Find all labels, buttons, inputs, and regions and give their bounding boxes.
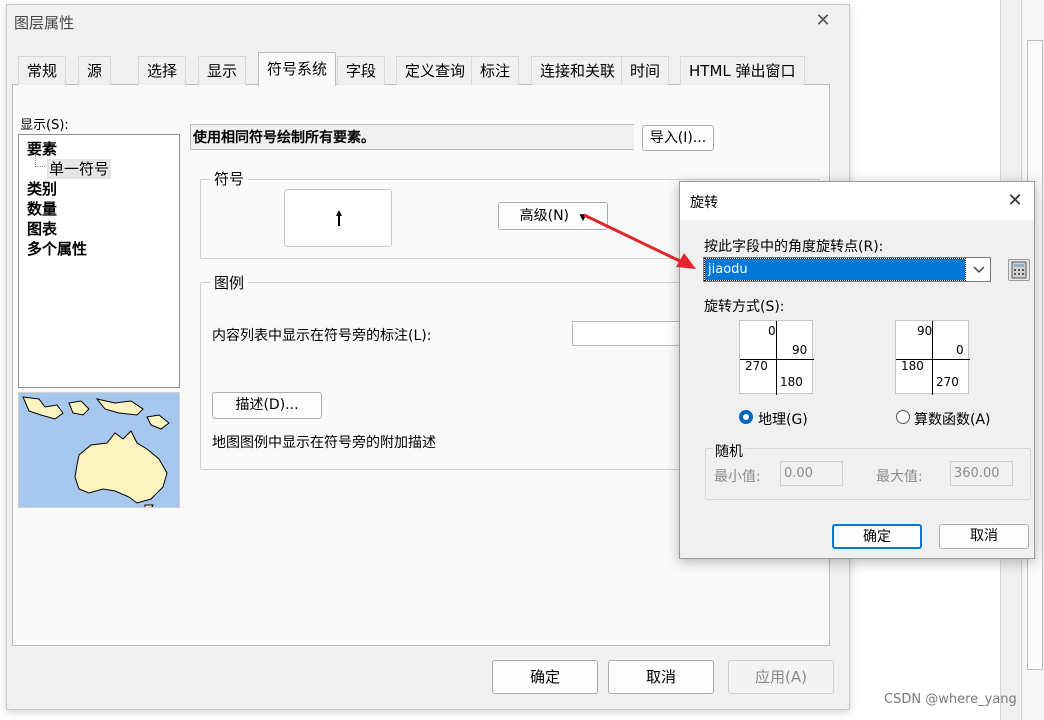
geographic-compass-diagram: 0 90 180 270 (739, 320, 814, 395)
geographic-radio[interactable] (739, 410, 753, 424)
map-illustration (19, 393, 179, 507)
arrow-symbol-icon (336, 210, 342, 226)
cancel-button[interactable]: 取消 (608, 660, 714, 694)
import-button[interactable]: 导入(I)... (642, 125, 714, 151)
max-value-label: 最大值: (876, 469, 923, 485)
legend-group-label: 图例 (210, 272, 249, 293)
math-right-value: 0 (956, 343, 964, 357)
rotation-field-label: 按此字段中的角度旋转点(R): (704, 239, 884, 255)
geo-right-value: 90 (792, 343, 808, 357)
tab-general[interactable]: 常规 (18, 56, 67, 85)
tab-symbology[interactable]: 符号系统 (258, 52, 337, 86)
apply-button[interactable]: 应用(A) (728, 660, 834, 694)
tab-labels[interactable]: 标注 (471, 56, 520, 85)
random-group-label: 随机 (713, 441, 745, 461)
tree-item-categories[interactable]: 类别 (27, 179, 57, 199)
dialog-title: 图层属性 (14, 14, 75, 32)
watermark: CSDN @where_yang (884, 692, 1017, 707)
tab-fields[interactable]: 字段 (337, 56, 386, 85)
tree-item-charts[interactable]: 图表 (27, 219, 57, 239)
renderer-tree: 要素 单一符号 类别 数量 图表 多个属性 (18, 134, 180, 388)
rotation-field-value[interactable]: jiaodu (704, 258, 966, 281)
rotation-cancel-button[interactable]: 取消 (939, 524, 1029, 549)
math-left-value: 180 (901, 359, 924, 373)
tab-joins-relates[interactable]: 连接和关联 (531, 56, 625, 85)
tree-item-multiple-attributes[interactable]: 多个属性 (27, 239, 87, 259)
tab-selection[interactable]: 选择 (138, 56, 187, 85)
rotation-mode-label: 旋转方式(S): (704, 299, 785, 315)
tree-item-single-symbol[interactable]: 单一符号 (47, 159, 112, 179)
tab-source[interactable]: 源 (78, 56, 112, 85)
math-bottom-value: 270 (936, 375, 959, 389)
geographic-radio-label[interactable]: 地理(G) (758, 409, 808, 429)
geo-bottom-value: 180 (780, 375, 803, 389)
min-value-label: 最小值: (714, 469, 761, 485)
max-value-input: 360.00 (950, 461, 1013, 486)
legend-toc-label: 内容列表中显示在符号旁的标注(L): (212, 328, 432, 344)
description-field: 使用相同符号绘制所有要素。 (190, 124, 634, 150)
min-value-input: 0.00 (780, 461, 843, 486)
advanced-button-label: 高级(N) (519, 208, 570, 224)
geo-left-value: 270 (745, 359, 768, 373)
arithmetic-radio-label[interactable]: 算数函数(A) (914, 409, 991, 429)
show-label: 显示(S): (20, 118, 69, 133)
close-icon[interactable]: ✕ (812, 10, 834, 32)
rotation-title-bar (680, 182, 1034, 220)
preview-map-image (18, 392, 180, 508)
describe-button[interactable]: 描述(D)... (212, 392, 322, 419)
tab-display[interactable]: 显示 (198, 56, 247, 85)
tab-html-popup[interactable]: HTML 弹出窗口 (680, 56, 805, 85)
ok-button[interactable]: 确定 (492, 660, 598, 694)
tab-definition-query[interactable]: 定义查询 (396, 56, 475, 85)
close-icon[interactable]: ✕ (1004, 190, 1026, 212)
rotation-ok-button[interactable]: 确定 (832, 524, 922, 549)
math-top-value: 90 (917, 324, 933, 338)
tree-connector (35, 155, 45, 167)
calculator-icon[interactable] (1008, 259, 1030, 281)
symbol-preview-button[interactable] (284, 189, 392, 247)
arithmetic-radio[interactable] (896, 410, 910, 424)
annotation-arrow-icon (583, 213, 696, 269)
tab-time[interactable]: 时间 (621, 56, 670, 85)
geo-top-value: 0 (768, 324, 776, 338)
chevron-down-icon[interactable] (970, 259, 988, 280)
symbol-group-label: 符号 (210, 168, 249, 189)
legend-note: 地图图例中显示在符号旁的附加描述 (212, 435, 436, 451)
arithmetic-compass-diagram: 90 0 270 180 (895, 320, 970, 395)
tree-item-quantities[interactable]: 数量 (27, 199, 57, 219)
